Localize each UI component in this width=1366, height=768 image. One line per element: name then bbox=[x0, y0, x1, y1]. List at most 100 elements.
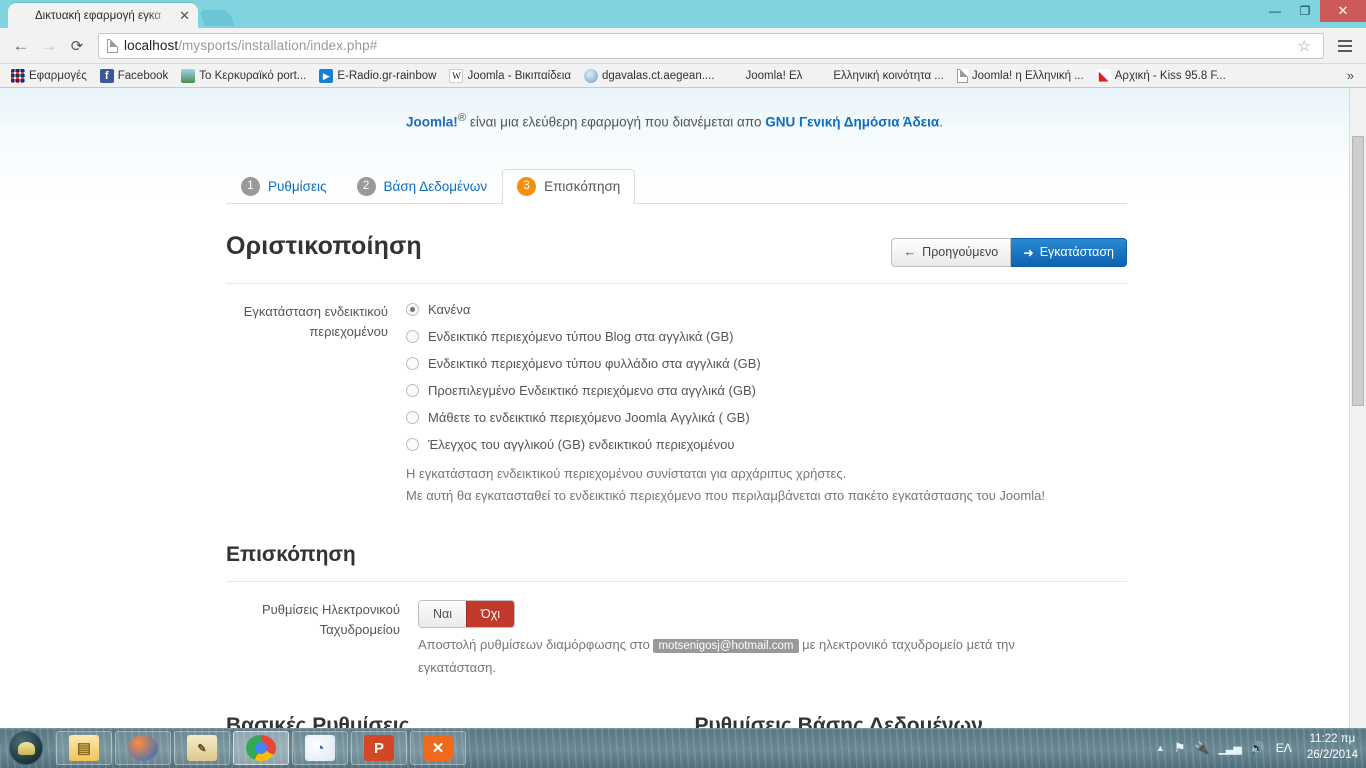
tab-step-overview[interactable]: 3 Επισκόπηση bbox=[502, 168, 636, 204]
installer-steps: 1 Ρυθμίσεις 2 Βάση Δεδομένων 3 Επισκόπησ… bbox=[226, 168, 1127, 204]
browser-titlebar: Δικτυακή εφαρμογή εγκα ✕ — ❐ ✕ bbox=[0, 0, 1366, 28]
language-indicator[interactable]: ΕΛ bbox=[1274, 741, 1294, 755]
media-player-icon bbox=[128, 735, 158, 761]
browser-toolbar: ← → ⟳ localhost/mysports/installation/in… bbox=[0, 28, 1366, 64]
email-settings-label: Ρυθμίσεις Ηλεκτρονικού Ταχυδρομείου bbox=[226, 600, 418, 680]
bookmark-joomla-greek[interactable]: Joomla! η Ελληνική ... bbox=[952, 67, 1089, 85]
toggle-yes-button[interactable]: Ναι bbox=[419, 601, 467, 628]
windows-taskbar: ▤ ✎ ◔ P ✕ ▲ ⚑ 🔌 ▁▃▅ 🔊 ΕΛ 11:22 πμ 26/2/2… bbox=[0, 728, 1366, 768]
sample-data-label-line1: Εγκατάσταση ενδεικτικού bbox=[243, 303, 388, 319]
notice-text-before: είναι μια ελεύθερη εφαρμογή που διανέμετ… bbox=[466, 114, 766, 130]
start-button[interactable] bbox=[0, 728, 52, 768]
main-settings-column: Βασικές Ρυθμίσεις Όνομα Ιστοσελίδας Mysp… bbox=[226, 714, 659, 728]
install-button-label: Εγκατάσταση bbox=[1039, 245, 1114, 259]
radio-icon[interactable] bbox=[406, 302, 419, 316]
bookmark-joomla-el[interactable]: Joomla! Ελ bbox=[723, 67, 808, 85]
overview-heading: Επισκόπηση bbox=[226, 543, 356, 567]
radio-option-learn[interactable]: Μάθετε το ενδεικτικό περιεχόμενο Joomla … bbox=[406, 410, 1127, 425]
taskbar-item-xampp[interactable]: ✕ bbox=[410, 731, 466, 765]
joomla-icon bbox=[815, 69, 829, 83]
globe-icon bbox=[583, 68, 598, 83]
page-viewport: Joomla!® είναι μια ελεύθερη εφαρμογή που… bbox=[0, 88, 1366, 728]
radio-icon[interactable] bbox=[406, 356, 419, 370]
bookmark-facebook[interactable]: f Facebook bbox=[95, 67, 174, 85]
email-toggle[interactable]: Ναι Όχι bbox=[418, 600, 516, 629]
minimize-button[interactable]: — bbox=[1260, 0, 1290, 22]
action-center-flag-icon[interactable]: ⚑ bbox=[1174, 740, 1186, 756]
bookmark-label: Το Κερκυραϊκό port... bbox=[199, 69, 307, 82]
step-number: 3 bbox=[517, 176, 537, 196]
summary-columns: Βασικές Ρυθμίσεις Όνομα Ιστοσελίδας Mysp… bbox=[226, 714, 1127, 728]
close-icon[interactable]: ✕ bbox=[177, 9, 192, 22]
bookmark-wikipedia[interactable]: W Joomla - Βικιπαίδεια bbox=[444, 67, 576, 85]
vertical-scrollbar[interactable] bbox=[1349, 88, 1366, 728]
install-button[interactable]: ➜ Εγκατάσταση bbox=[1011, 237, 1127, 267]
radio-label: Μάθετε το ενδεικτικό περιεχόμενο Joomla … bbox=[428, 409, 750, 425]
bookmark-label: Αρχική - Kiss 95.8 F... bbox=[1114, 69, 1226, 82]
radio-option-none[interactable]: Κανένα bbox=[406, 302, 1127, 317]
radio-icon[interactable] bbox=[406, 329, 419, 343]
email-address-chip: motsenigosj@hotmail.com bbox=[653, 639, 799, 654]
bookmark-apps[interactable]: Εφαρμογές bbox=[6, 67, 92, 85]
bookmark-dgavalas[interactable]: dgavalas.ct.aegean.... bbox=[579, 67, 720, 85]
volume-icon[interactable]: 🔊 bbox=[1250, 741, 1265, 755]
taskbar-clock[interactable]: 11:22 πμ 26/2/2014 bbox=[1303, 732, 1358, 763]
scrollbar-thumb[interactable] bbox=[1352, 136, 1364, 406]
email-label-line1: Ρυθμίσεις Ηλεκτρονικού bbox=[262, 602, 400, 618]
radio-option-default[interactable]: Προεπιλεγμένο Ενδεικτικό περιεχόμενο στα… bbox=[406, 383, 1127, 398]
reload-icon[interactable]: ⟳ bbox=[64, 33, 90, 59]
browser-tab[interactable]: Δικτυακή εφαρμογή εγκα ✕ bbox=[8, 3, 198, 28]
bookmarks-overflow-icon[interactable]: » bbox=[1347, 68, 1360, 83]
taskbar-item-notes[interactable]: ✎ bbox=[174, 731, 230, 765]
bookmark-star-icon[interactable]: ☆ bbox=[1294, 37, 1315, 55]
taskbar-item-chrome[interactable] bbox=[233, 731, 289, 765]
previous-button-label: Προηγούμενο bbox=[922, 245, 999, 259]
radio-label: Ενδεικτικό περιεχόμενο τύπου Blog στα αγ… bbox=[428, 328, 734, 344]
bookmark-label: dgavalas.ct.aegean.... bbox=[601, 69, 715, 82]
taskbar-items: ▤ ✎ ◔ P ✕ bbox=[52, 731, 466, 765]
radio-option-brochure[interactable]: Ενδεικτικό περιεχόμενο τύπου φυλλάδιο στ… bbox=[406, 356, 1127, 371]
page-icon bbox=[107, 38, 118, 53]
taskbar-item-paint[interactable]: ◔ bbox=[292, 731, 348, 765]
radio-icon[interactable] bbox=[406, 410, 419, 424]
start-orb-icon bbox=[9, 731, 43, 765]
arrow-left-icon: ← bbox=[903, 245, 917, 259]
network-signal-icon[interactable]: ▁▃▅ bbox=[1218, 742, 1241, 755]
radio-option-test[interactable]: Έλεγχος του αγγλικού (GB) ενδεικτικού πε… bbox=[406, 437, 1127, 452]
page-icon bbox=[956, 68, 968, 83]
joomla-icon bbox=[728, 69, 742, 83]
bookmark-label: Joomla - Βικιπαίδεια bbox=[467, 69, 571, 82]
taskbar-item-media-player[interactable] bbox=[115, 731, 171, 765]
forward-icon[interactable]: → bbox=[36, 33, 62, 59]
bookmark-eradio[interactable]: ▶ E-Radio.gr-rainbow bbox=[314, 67, 441, 85]
radio-icon[interactable] bbox=[406, 383, 419, 397]
installer-wrap: 1 Ρυθμίσεις 2 Βάση Δεδομένων 3 Επισκόπησ… bbox=[222, 168, 1127, 728]
bookmark-kerkyra[interactable]: Το Κερκυραϊκό port... bbox=[176, 67, 311, 85]
bookmark-greek-community[interactable]: Ελληνική κοινότητα ... bbox=[810, 67, 949, 85]
radio-option-blog[interactable]: Ενδεικτικό περιεχόμενο τύπου Blog στα αγ… bbox=[406, 329, 1127, 344]
maximize-button[interactable]: ❐ bbox=[1290, 0, 1320, 22]
taskbar-item-powerpoint[interactable]: P bbox=[351, 731, 407, 765]
step-number: 2 bbox=[356, 176, 376, 196]
previous-button[interactable]: ← Προηγούμενο bbox=[890, 237, 1012, 267]
gnu-license-link[interactable]: GNU Γενική Δημόσια Άδεια bbox=[765, 115, 939, 130]
new-tab-button[interactable] bbox=[199, 10, 235, 26]
bookmark-kiss[interactable]: ◣ Αρχική - Kiss 95.8 F... bbox=[1092, 67, 1231, 85]
radio-icon[interactable] bbox=[406, 437, 419, 451]
hamburger-menu-icon[interactable] bbox=[1332, 39, 1358, 52]
address-bar[interactable]: localhost/mysports/installation/index.ph… bbox=[98, 32, 1324, 59]
tab-strip: Δικτυακή εφαρμογή εγκα ✕ bbox=[0, 0, 1260, 28]
bookmark-label: Joomla! Ελ bbox=[745, 69, 803, 82]
tab-title: Δικτυακή εφαρμογή εγκα bbox=[35, 9, 162, 22]
show-hidden-icons-icon[interactable]: ▲ bbox=[1156, 743, 1165, 753]
back-icon[interactable]: ← bbox=[8, 33, 34, 59]
tab-step-settings[interactable]: 1 Ρυθμίσεις bbox=[226, 169, 342, 204]
taskbar-item-explorer[interactable]: ▤ bbox=[56, 731, 112, 765]
device-icon[interactable]: 🔌 bbox=[1195, 741, 1210, 755]
step-number: 1 bbox=[241, 176, 260, 196]
close-window-button[interactable]: ✕ bbox=[1320, 0, 1366, 22]
kiss-icon: ◣ bbox=[1096, 67, 1111, 83]
bookmark-label: E-Radio.gr-rainbow bbox=[337, 69, 437, 82]
toggle-no-button[interactable]: Όχι bbox=[466, 601, 515, 628]
tab-step-database[interactable]: 2 Βάση Δεδομένων bbox=[342, 169, 503, 204]
